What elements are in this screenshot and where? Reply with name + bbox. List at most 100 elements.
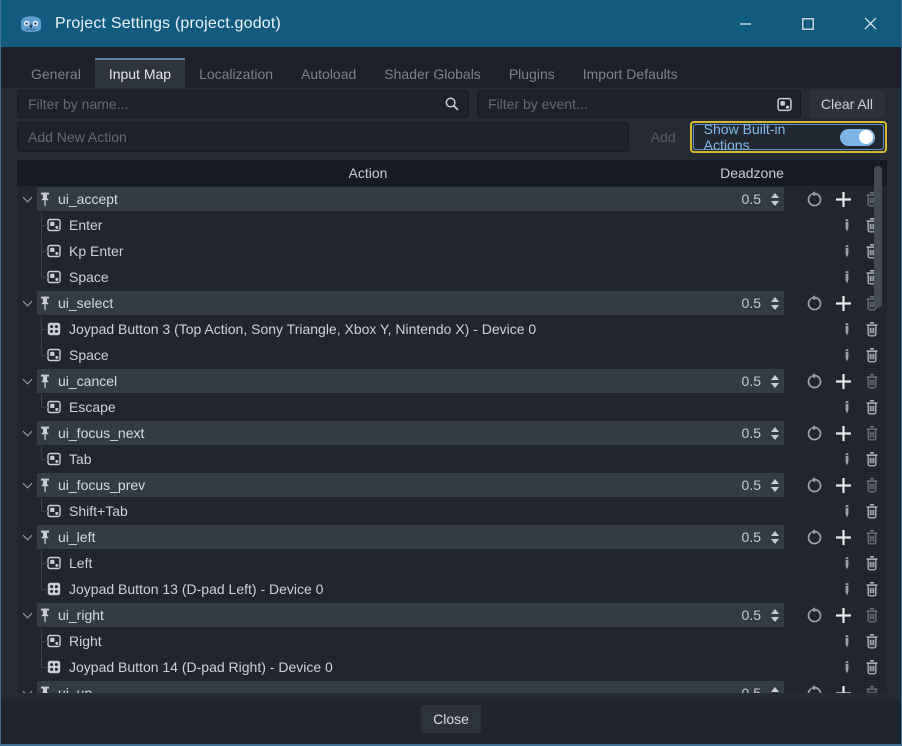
revert-icon[interactable] xyxy=(806,529,823,546)
event-label: Joypad Button 3 (Top Action, Sony Triang… xyxy=(69,321,536,337)
event-row[interactable]: Space xyxy=(17,342,887,368)
add-event-icon[interactable] xyxy=(834,606,853,625)
action-row-bg[interactable]: ui_focus_prev 0.5 xyxy=(37,473,784,497)
action-row-bg[interactable]: ui_focus_next 0.5 xyxy=(37,421,784,445)
tab-general[interactable]: General xyxy=(17,58,95,88)
edit-pencil-icon[interactable] xyxy=(841,244,853,259)
action-row: ui_accept 0.5 xyxy=(17,186,887,212)
revert-icon[interactable] xyxy=(806,477,823,494)
revert-icon[interactable] xyxy=(806,607,823,624)
add-event-icon[interactable] xyxy=(834,294,853,313)
event-row[interactable]: Space xyxy=(17,264,887,290)
filter-name-input[interactable] xyxy=(18,91,444,117)
filter-by-event-field[interactable] xyxy=(477,90,801,118)
tab-import-defaults[interactable]: Import Defaults xyxy=(569,58,692,88)
event-row[interactable]: Enter xyxy=(17,212,887,238)
pin-icon xyxy=(39,192,51,207)
edit-pencil-icon[interactable] xyxy=(841,504,853,519)
chevron-down-icon[interactable] xyxy=(23,531,33,541)
edit-pencil-icon[interactable] xyxy=(841,556,853,571)
chevron-down-icon[interactable] xyxy=(23,427,33,437)
add-event-icon[interactable] xyxy=(834,528,853,547)
keyboard-icon xyxy=(47,244,61,258)
action-row: ui_up 0.5 xyxy=(17,680,887,693)
add-event-icon[interactable] xyxy=(834,372,853,391)
event-label: Space xyxy=(69,269,109,285)
show-builtin-actions-toggle[interactable]: Show Built-in Actions xyxy=(693,124,884,150)
chevron-down-icon[interactable] xyxy=(23,375,33,385)
pin-icon xyxy=(39,686,51,694)
event-label: Right xyxy=(69,633,102,649)
close-icon xyxy=(864,17,877,30)
keyboard-icon xyxy=(47,348,61,362)
revert-icon[interactable] xyxy=(806,373,823,390)
filter-by-name-field[interactable] xyxy=(17,90,469,118)
edit-pencil-icon[interactable] xyxy=(841,270,853,285)
action-name: ui_up xyxy=(58,685,92,693)
edit-pencil-icon[interactable] xyxy=(841,218,853,233)
action-row-bg[interactable]: ui_select 0.5 xyxy=(37,291,784,315)
chevron-down-icon[interactable] xyxy=(23,193,33,203)
revert-icon[interactable] xyxy=(806,425,823,442)
event-row[interactable]: Joypad Button 13 (D-pad Left) - Device 0 xyxy=(17,576,887,602)
event-row[interactable]: Kp Enter xyxy=(17,238,887,264)
add-new-action-field[interactable] xyxy=(17,122,629,152)
action-row-bg[interactable]: ui_right 0.5 xyxy=(37,603,784,627)
titlebar: Project Settings (project.godot) xyxy=(1,0,901,47)
toggle-switch[interactable] xyxy=(840,129,875,146)
keyboard-icon xyxy=(47,270,61,284)
keyboard-icon xyxy=(47,504,61,518)
minimize-button[interactable] xyxy=(715,0,777,47)
event-row[interactable]: Right xyxy=(17,628,887,654)
tab-plugins[interactable]: Plugins xyxy=(495,58,569,88)
add-event-icon[interactable] xyxy=(834,476,853,495)
revert-icon[interactable] xyxy=(806,191,823,208)
action-row-bg[interactable]: ui_up 0.5 xyxy=(37,681,784,693)
tab-autoload[interactable]: Autoload xyxy=(287,58,370,88)
event-row[interactable]: Tab xyxy=(17,446,887,472)
edit-pencil-icon[interactable] xyxy=(841,400,853,415)
event-label: Joypad Button 14 (D-pad Right) - Device … xyxy=(69,659,333,675)
action-row-bg[interactable]: ui_accept 0.5 xyxy=(37,187,784,211)
edit-pencil-icon[interactable] xyxy=(841,322,853,337)
tab-input-map[interactable]: Input Map xyxy=(95,58,185,88)
event-row[interactable]: Shift+Tab xyxy=(17,498,887,524)
tab-localization[interactable]: Localization xyxy=(185,58,287,88)
chevron-down-icon[interactable] xyxy=(23,297,33,307)
action-row-bg[interactable]: ui_left 0.5 xyxy=(37,525,784,549)
event-row[interactable]: Joypad Button 3 (Top Action, Sony Triang… xyxy=(17,316,887,342)
event-row[interactable]: Left xyxy=(17,550,887,576)
event-label: Kp Enter xyxy=(69,243,123,259)
add-event-icon[interactable] xyxy=(834,424,853,443)
joypad-icon xyxy=(47,660,61,674)
edit-pencil-icon[interactable] xyxy=(841,582,853,597)
close-button[interactable] xyxy=(839,0,901,47)
edit-pencil-icon[interactable] xyxy=(841,452,853,467)
tab-shader-globals[interactable]: Shader Globals xyxy=(370,58,495,88)
add-action-input[interactable] xyxy=(18,123,628,151)
action-name: ui_left xyxy=(58,529,95,545)
chevron-down-icon[interactable] xyxy=(23,479,33,489)
revert-icon[interactable] xyxy=(806,685,823,694)
clear-all-button[interactable]: Clear All xyxy=(809,90,885,118)
dialog-close-button[interactable]: Close xyxy=(421,705,481,733)
show-builtin-label: Show Built-in Actions xyxy=(704,121,831,153)
edit-pencil-icon[interactable] xyxy=(841,348,853,363)
chevron-down-icon[interactable] xyxy=(23,687,33,693)
action-row-bg[interactable]: ui_cancel 0.5 xyxy=(37,369,784,393)
filter-event-input[interactable] xyxy=(478,91,777,117)
edit-pencil-icon[interactable] xyxy=(841,634,853,649)
scrollbar-thumb[interactable] xyxy=(874,166,882,308)
tree-body: ui_accept 0.5 Enter xyxy=(17,186,887,693)
maximize-button[interactable] xyxy=(777,0,839,47)
chevron-down-icon[interactable] xyxy=(23,609,33,619)
edit-pencil-icon[interactable] xyxy=(841,660,853,675)
action-row: ui_focus_prev 0.5 xyxy=(17,472,887,498)
event-row[interactable]: Joypad Button 14 (D-pad Right) - Device … xyxy=(17,654,887,680)
event-label: Enter xyxy=(69,217,102,233)
add-event-icon[interactable] xyxy=(834,684,853,694)
event-row[interactable]: Escape xyxy=(17,394,887,420)
vertical-scrollbar[interactable] xyxy=(874,164,882,689)
revert-icon[interactable] xyxy=(806,295,823,312)
add-event-icon[interactable] xyxy=(834,190,853,209)
